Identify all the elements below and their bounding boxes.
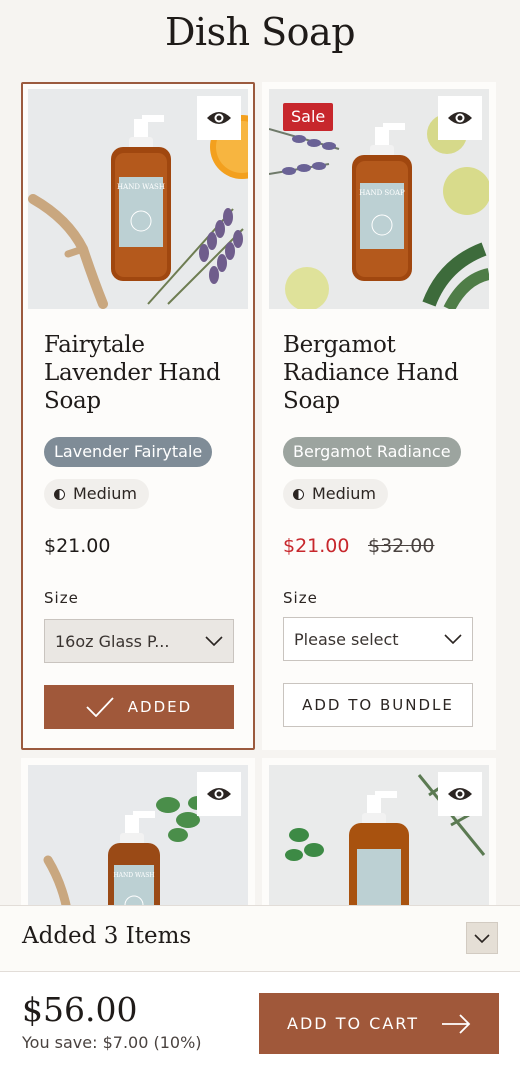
product-card-fairytale-lavender[interactable]: HAND WASH Fairytale Lavender Hand Soap L… xyxy=(21,82,255,750)
product-image[interactable]: HAND SOAP Sale xyxy=(269,89,489,309)
price: $21.00 xyxy=(44,535,111,557)
added-button[interactable]: ADDED xyxy=(44,685,234,729)
size-select-value: 16oz Glass P... xyxy=(55,631,170,651)
product-title-line: Soap xyxy=(283,388,340,414)
product-title-line: Soap xyxy=(44,388,101,414)
strength-pill: Medium xyxy=(283,479,388,509)
chevron-down-icon xyxy=(205,636,223,646)
product-image[interactable]: HAND WASH xyxy=(28,89,248,309)
added-button-label: ADDED xyxy=(127,698,193,716)
product-title-line: Bergamot xyxy=(283,332,396,358)
checkmark-icon xyxy=(86,697,114,717)
half-moon-icon xyxy=(293,488,304,500)
compare-price: $32.00 xyxy=(368,535,435,557)
expand-toggle-button[interactable] xyxy=(466,922,498,954)
add-to-cart-label: ADD TO CART xyxy=(287,1014,419,1033)
product-title[interactable]: Bergamot Radiance Hand Soap xyxy=(283,331,483,415)
eye-icon xyxy=(448,788,472,800)
product-title-line: Fairytale xyxy=(44,332,145,358)
strength-label: Medium xyxy=(312,484,376,503)
bottle-label: HAND WASH xyxy=(113,872,154,879)
quick-view-button[interactable] xyxy=(438,96,482,140)
strength-label: Medium xyxy=(73,484,137,503)
savings-text: You save: $7.00 (10%) xyxy=(22,1033,202,1052)
sale-price: $21.00 xyxy=(283,535,350,557)
quick-view-button[interactable] xyxy=(197,772,241,816)
added-items-row[interactable]: Added 3 Items xyxy=(0,906,520,972)
bundle-total: $56.00 xyxy=(22,990,138,1029)
quick-view-button[interactable] xyxy=(197,96,241,140)
eye-icon xyxy=(207,788,231,800)
eye-icon xyxy=(207,112,231,124)
product-title-line: Lavender Hand xyxy=(44,360,221,386)
product-card-bergamot-radiance[interactable]: HAND SOAP Sale Bergamot Radiance Hand So… xyxy=(262,82,496,750)
product-title-line: Radiance Hand xyxy=(283,360,459,386)
scent-tag: Bergamot Radiance xyxy=(283,437,461,467)
size-select[interactable]: 16oz Glass P... xyxy=(44,619,234,663)
page-title: Dish Soap xyxy=(164,10,356,54)
size-select[interactable]: Please select xyxy=(283,617,473,661)
added-items-text: Added 3 Items xyxy=(22,923,192,949)
arrow-right-icon xyxy=(441,1013,471,1034)
eye-icon xyxy=(448,112,472,124)
product-title[interactable]: Fairytale Lavender Hand Soap xyxy=(44,331,244,415)
bottle-label: HAND WASH xyxy=(117,183,165,191)
size-select-value: Please select xyxy=(294,629,399,649)
half-moon-icon xyxy=(54,488,65,500)
bundle-bar: Added 3 Items $56.00 You save: $7.00 (10… xyxy=(0,905,520,1072)
chevron-down-icon xyxy=(444,634,462,644)
add-to-bundle-button[interactable]: ADD TO BUNDLE xyxy=(283,683,473,727)
scent-tag: Lavender Fairytale xyxy=(44,437,213,467)
chevron-down-icon xyxy=(474,933,490,943)
sale-badge: Sale xyxy=(283,103,334,131)
bottle-label: HAND SOAP xyxy=(359,189,405,197)
add-to-cart-button[interactable]: ADD TO CART xyxy=(259,993,499,1054)
size-label: Size xyxy=(283,589,318,607)
size-label: Size xyxy=(44,589,79,607)
strength-pill: Medium xyxy=(44,479,149,509)
quick-view-button[interactable] xyxy=(438,772,482,816)
